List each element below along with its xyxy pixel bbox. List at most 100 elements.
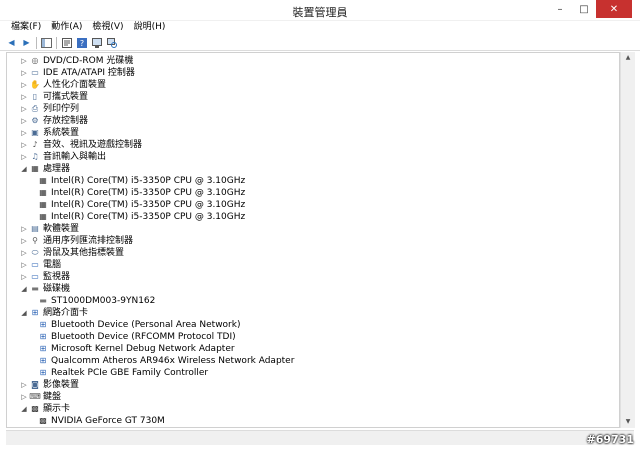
expand-arrow-icon[interactable]: ▷ [19, 117, 29, 125]
tree-row[interactable]: ▷ ▭ IDE ATA/ATAPI 控制器 [19, 67, 135, 79]
expand-arrow-icon[interactable]: ▷ [19, 57, 29, 65]
tree-row[interactable]: ▷ ▯ 可攜式裝置 [19, 91, 88, 103]
tree-row[interactable]: ◢ ▬ 磁碟機 [19, 283, 70, 295]
scroll-up-icon[interactable]: ▲ [621, 52, 635, 64]
display-adapter-icon: ▩ [39, 416, 47, 425]
expand-arrow-icon[interactable]: ▷ [19, 93, 29, 101]
tree-row[interactable]: ⊞ Bluetooth Device (Personal Area Network… [33, 319, 241, 331]
tree-row[interactable]: ▷ ♪ 音效、視訊及遊戲控制器 [19, 139, 142, 151]
tree-item-label: Intel(R) Core(TM) i5-3350P CPU @ 3.10GHz [51, 212, 246, 222]
tree-row[interactable]: ▦ Intel(R) Core(TM) i5-3350P CPU @ 3.10GH… [33, 175, 245, 187]
network-adapter-icon: ⊞ [39, 344, 47, 353]
computer-icon: ▭ [31, 260, 39, 269]
expand-arrow-icon[interactable]: ▷ [19, 381, 29, 389]
scroll-down-icon[interactable]: ▼ [621, 416, 635, 428]
scan-hardware-icon [106, 37, 117, 48]
software-device-icon: ▤ [31, 224, 39, 233]
menu-help[interactable]: 說明(H) [131, 20, 169, 35]
audio-icon: ♪ [32, 140, 38, 149]
collapse-arrow-icon[interactable]: ◢ [19, 309, 29, 317]
tree-row[interactable]: ▦ Intel(R) Core(TM) i5-3350P CPU @ 3.10GH… [33, 187, 245, 199]
collapse-arrow-icon[interactable]: ◢ [19, 165, 29, 173]
back-button[interactable]: ◀ [6, 37, 17, 48]
expand-arrow-icon[interactable]: ▷ [19, 105, 29, 113]
tree-row[interactable]: ▷ ◎ DVD/CD-ROM 光碟機 [19, 55, 133, 67]
toolbar-separator [36, 36, 37, 49]
back-icon: ◀ [8, 38, 15, 47]
forward-icon: ▶ [23, 38, 30, 47]
properties-icon [61, 37, 72, 48]
tree-row[interactable]: ▷ ♫ 音訊輸入與輸出 [19, 151, 106, 163]
svg-text:?: ? [79, 39, 83, 48]
tree-row[interactable]: ▬ ST1000DM003-9YN162 [33, 295, 155, 307]
tree-item-label: 可攜式裝置 [43, 92, 89, 102]
device-tree[interactable]: ▷ ◎ DVD/CD-ROM 光碟機 ▷ ▭ IDE ATA/ATAPI 控制器 ▷ ✋ 人性化… [6, 52, 620, 428]
audio-io-icon: ♫ [31, 152, 39, 161]
tree-row[interactable]: ▦ Intel(R) Core(TM) i5-3350P CPU @ 3.10GH… [33, 211, 245, 223]
expand-arrow-icon[interactable]: ▷ [19, 69, 29, 77]
tree-row[interactable]: ▷ ⌨ 鍵盤 [19, 391, 61, 403]
menu-file[interactable]: 檔案(F) [8, 20, 44, 35]
properties-button[interactable] [61, 37, 72, 48]
expand-arrow-icon[interactable]: ▷ [19, 249, 29, 257]
tree-item-label: ST1000DM003-9YN162 [51, 296, 156, 306]
tree-item-label: 磁碟機 [43, 284, 71, 294]
vertical-scrollbar[interactable]: ▲ ▼ [620, 52, 635, 428]
tree-row[interactable]: ⊞ Bluetooth Device (RFCOMM Protocol TDI) [33, 331, 236, 343]
tree-item-label: 人性化介面裝置 [43, 80, 107, 90]
tree-row[interactable]: ▷ ⬭ 滑鼠及其他指標裝置 [19, 247, 124, 259]
title-bar: 裝置管理員 – □ ✕ [0, 0, 640, 21]
tree-item-label: 通用序列匯流排控制器 [43, 236, 134, 246]
tree-row[interactable]: ▷ ⎙ 列印佇列 [19, 103, 79, 115]
collapse-arrow-icon[interactable]: ◢ [19, 405, 29, 413]
forward-button[interactable]: ▶ [21, 37, 32, 48]
tree-item-label: 音訊輸入與輸出 [43, 152, 107, 162]
tree-row[interactable]: ⊞ Realtek PCIe GBE Family Controller [33, 367, 208, 379]
expand-arrow-icon[interactable]: ▷ [19, 153, 29, 161]
menu-bar: 檔案(F) 動作(A) 檢視(V) 說明(H) [0, 20, 640, 35]
tree-row[interactable]: ▷ ⚲ 通用序列匯流排控制器 [19, 235, 133, 247]
expand-arrow-icon[interactable]: ▷ [19, 225, 29, 233]
tree-row[interactable]: ◢ ⊞ 網路介面卡 [19, 307, 88, 319]
expand-arrow-icon[interactable]: ▷ [19, 261, 29, 269]
expand-arrow-icon[interactable]: ▷ [19, 81, 29, 89]
expand-arrow-icon[interactable]: ▷ [19, 393, 29, 401]
tree-row[interactable]: ▩ NVIDIA GeForce GT 730M [33, 415, 165, 427]
tree-item-label: 鍵盤 [43, 392, 62, 402]
disc-drive-icon: ◎ [31, 56, 39, 65]
scan-hardware-button[interactable] [106, 37, 117, 48]
display-view-button[interactable] [91, 37, 102, 48]
help-icon: ? [76, 37, 87, 48]
tree-row[interactable]: ▷ ▤ 軟體裝置 [19, 223, 79, 235]
tree-row[interactable]: ▷ ▭ 監視器 [19, 271, 70, 283]
expand-arrow-icon[interactable]: ▷ [19, 273, 29, 281]
help-button[interactable]: ? [76, 37, 87, 48]
tree-row[interactable]: ▷ ▣ 系統裝置 [19, 127, 79, 139]
tree-row[interactable]: ▷ ◙ 影像裝置 [19, 379, 79, 391]
tree-row[interactable]: ◢ ▩ 顯示卡 [19, 403, 70, 415]
window-title: 裝置管理員 [292, 6, 348, 19]
usb-icon: ⚲ [32, 236, 38, 245]
keyboard-icon: ⌨ [29, 392, 41, 401]
tree-row[interactable]: ◢ ▦ 處理器 [19, 163, 70, 175]
tree-row[interactable]: ▦ Intel(R) Core(TM) i5-3350P CPU @ 3.10GH… [33, 199, 245, 211]
console-tree-icon [41, 37, 52, 48]
close-button[interactable]: ✕ [596, 0, 632, 18]
show-hide-console-tree-button[interactable] [41, 37, 52, 48]
minimize-button[interactable]: – [548, 0, 572, 18]
tree-item-label: 影像裝置 [43, 380, 80, 390]
menu-action[interactable]: 動作(A) [48, 20, 85, 35]
tree-row[interactable]: ⊞ Qualcomm Atheros AR946x Wireless Networ… [33, 355, 295, 367]
maximize-button[interactable]: □ [572, 0, 596, 18]
tree-row[interactable]: ▷ ⚙ 存放控制器 [19, 115, 88, 127]
tree-item-label: 系統裝置 [43, 128, 80, 138]
tree-row[interactable]: ▷ ✋ 人性化介面裝置 [19, 79, 106, 91]
tree-row[interactable]: ▷ ▭ 電腦 [19, 259, 61, 271]
collapse-arrow-icon[interactable]: ◢ [19, 285, 29, 293]
monitor-icon: ▭ [31, 272, 39, 281]
menu-view[interactable]: 檢視(V) [89, 20, 126, 35]
tree-row[interactable]: ⊞ Microsoft Kernel Debug Network Adapter [33, 343, 235, 355]
expand-arrow-icon[interactable]: ▷ [19, 237, 29, 245]
expand-arrow-icon[interactable]: ▷ [19, 129, 29, 137]
expand-arrow-icon[interactable]: ▷ [19, 141, 29, 149]
